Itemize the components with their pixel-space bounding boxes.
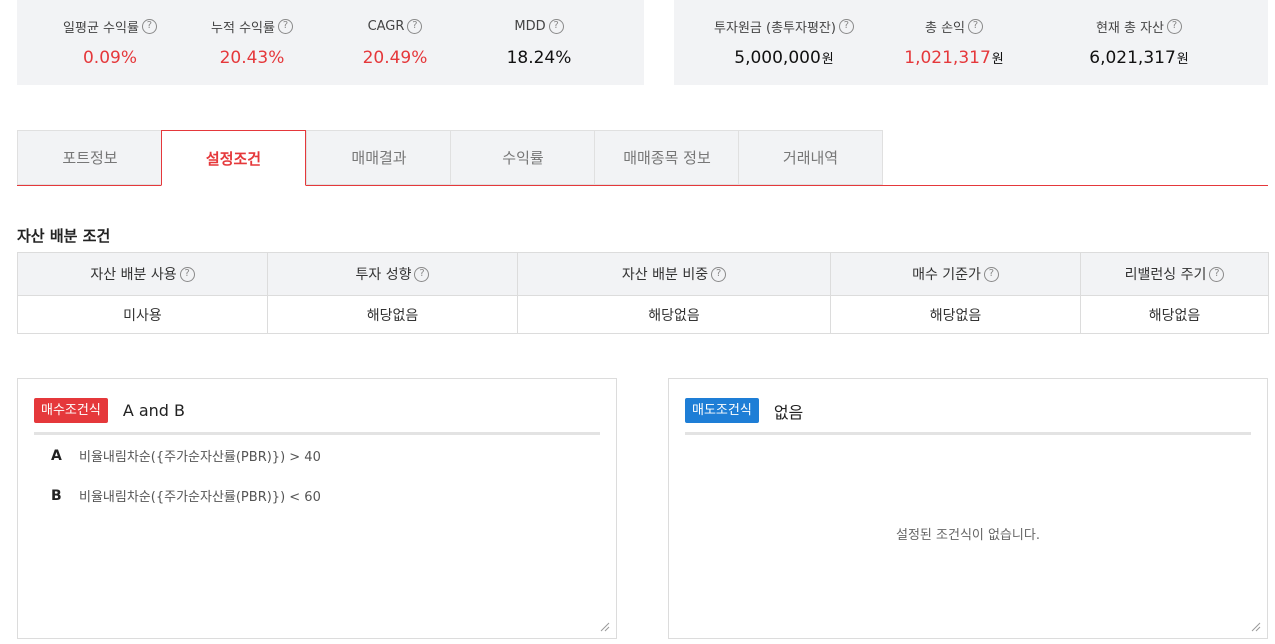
metric-value: 5,000,000원: [734, 48, 834, 70]
table-header-row: 자산 배분 사용? 투자 성향? 자산 배분 비중? 매수 기준가? 리밸런싱 …: [17, 252, 1269, 296]
metric-daily-return: 일평균 수익률? 0.09%: [55, 0, 165, 70]
sell-condition-box: 매도조건식 없음 설정된 조건식이 없습니다.: [668, 378, 1268, 639]
buy-condition-expression: A and B: [122, 401, 186, 420]
metric-label: MDD: [514, 18, 546, 34]
table-cell: 미사용: [17, 295, 268, 334]
help-icon[interactable]: ?: [407, 18, 423, 34]
sell-condition-header: 매도조건식 없음: [685, 398, 803, 423]
condition-text: 비율내림차순({주가순자산률(PBR)}) < 60: [79, 490, 321, 505]
sell-condition-expression: 없음: [773, 402, 804, 422]
table-row: 미사용 해당없음 해당없음 해당없음 해당없음: [17, 295, 1269, 334]
metric-number: 6,021,317: [1089, 48, 1176, 68]
empty-message: 설정된 조건식이 없습니다.: [896, 528, 1040, 543]
metric-cagr: CAGR? 20.49%: [340, 0, 450, 70]
tab-returns[interactable]: 수익률: [450, 130, 595, 185]
help-icon[interactable]: ?: [983, 266, 999, 282]
metric-value: 20.43%: [219, 48, 285, 68]
metric-unit: 원: [991, 52, 1004, 67]
metric-mdd: MDD? 18.24%: [484, 0, 594, 70]
metric-value: 18.24%: [506, 48, 572, 68]
sell-condition-badge: 매도조건식: [685, 398, 759, 423]
help-icon[interactable]: ?: [414, 266, 430, 282]
table-header: 자산 배분 사용?: [17, 252, 268, 296]
help-icon[interactable]: ?: [1209, 266, 1225, 282]
metric-cumulative-return: 누적 수익률? 20.43%: [197, 0, 307, 70]
tab-transaction-history[interactable]: 거래내역: [738, 130, 883, 185]
metric-total-assets: 현재 총 자산? 6,021,317원: [1069, 0, 1209, 70]
summary-panel-assets: 투자원금 (총투자평잔)? 5,000,000원 총 손익? 1,021,317…: [674, 0, 1268, 85]
metric-profit-loss: 총 손익? 1,021,317원: [884, 0, 1024, 70]
metric-label: 일평균 수익률: [63, 20, 139, 36]
table-header: 자산 배분 비중?: [517, 252, 831, 296]
help-icon[interactable]: ?: [711, 266, 727, 282]
metric-value: 6,021,317원: [1089, 48, 1189, 70]
resize-handle-icon[interactable]: [1251, 622, 1261, 632]
table-header: 매수 기준가?: [830, 252, 1081, 296]
allocation-table: 자산 배분 사용? 투자 성향? 자산 배분 비중? 매수 기준가? 리밸런싱 …: [17, 252, 1269, 334]
resize-handle-icon[interactable]: [600, 622, 610, 632]
metric-label: 투자원금 (총투자평잔): [714, 20, 836, 36]
metric-number: 5,000,000: [734, 48, 821, 68]
condition-row: B 비율내림차순({주가순자산률(PBR)}) < 60: [51, 486, 321, 506]
metric-unit: 원: [821, 52, 834, 67]
buy-condition-box: 매수조건식 A and B A 비율내림차순({주가순자산률(PBR)}) > …: [17, 378, 617, 639]
section-title-allocation: 자산 배분 조건: [17, 227, 111, 245]
divider: [685, 432, 1251, 435]
metric-value: 1,021,317원: [904, 48, 1004, 70]
table-header: 리밸런싱 주기?: [1080, 252, 1269, 296]
help-icon[interactable]: ?: [968, 18, 983, 34]
metric-principal: 투자원금 (총투자평잔)? 5,000,000원: [694, 0, 874, 70]
metric-value: 0.09%: [82, 48, 137, 68]
help-icon[interactable]: ?: [1167, 18, 1183, 34]
table-cell: 해당없음: [830, 295, 1081, 334]
metric-label: 총 손익: [924, 20, 965, 36]
tab-settings[interactable]: 설정조건: [161, 130, 306, 186]
condition-key: B: [51, 487, 62, 504]
condition-text: 비율내림차순({주가순자산률(PBR)}) > 40: [79, 450, 321, 465]
divider: [34, 432, 600, 435]
tab-port-info[interactable]: 포트정보: [17, 130, 162, 185]
help-icon[interactable]: ?: [548, 18, 564, 34]
table-cell: 해당없음: [517, 295, 831, 334]
table-header: 투자 성향?: [267, 252, 518, 296]
metric-unit: 원: [1176, 52, 1189, 67]
metric-label: CAGR: [367, 18, 405, 34]
condition-key: A: [51, 447, 62, 464]
tab-traded-stocks[interactable]: 매매종목 정보: [594, 130, 739, 185]
help-icon[interactable]: ?: [277, 18, 293, 34]
metric-label: 현재 총 자산: [1095, 20, 1165, 36]
tab-bar: 포트정보 설정조건 매매결과 수익률 매매종목 정보 거래내역: [17, 130, 1268, 186]
metric-label: 누적 수익률: [211, 20, 275, 36]
buy-condition-badge: 매수조건식: [34, 398, 108, 423]
help-icon[interactable]: ?: [141, 18, 157, 34]
tab-trade-results[interactable]: 매매결과: [306, 130, 451, 185]
buy-condition-header: 매수조건식 A and B: [34, 398, 185, 423]
help-icon[interactable]: ?: [838, 18, 854, 34]
metric-value: 20.49%: [362, 48, 428, 68]
table-cell: 해당없음: [267, 295, 518, 334]
table-cell: 해당없음: [1080, 295, 1269, 334]
metric-number: 1,021,317: [904, 48, 991, 68]
summary-panel-returns: 일평균 수익률? 0.09% 누적 수익률? 20.43% CAGR? 20.4…: [17, 0, 644, 85]
condition-row: A 비율내림차순({주가순자산률(PBR)}) > 40: [51, 446, 321, 466]
help-icon[interactable]: ?: [179, 266, 195, 282]
